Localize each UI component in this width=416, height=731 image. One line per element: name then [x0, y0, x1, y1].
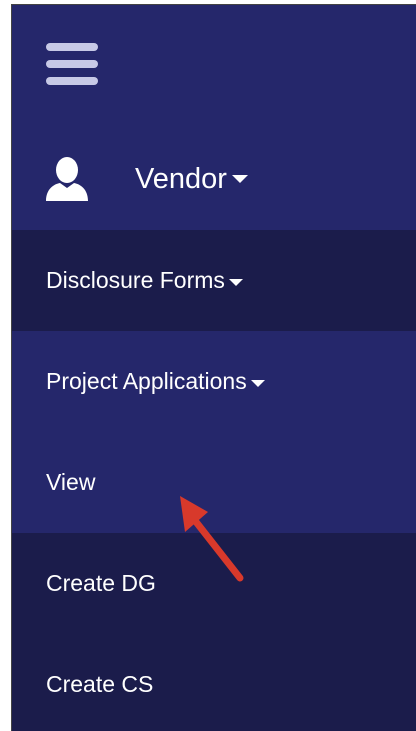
caret-down-icon [228, 278, 243, 286]
nav-item-label: Create DG [46, 570, 156, 596]
hamburger-bar [46, 43, 98, 51]
hamburger-menu-icon[interactable] [46, 43, 98, 85]
nav-item-create-cs[interactable]: Create CS [12, 634, 416, 731]
nav-item-label: Project Applications [46, 368, 247, 394]
nav-item-project-applications[interactable]: Project Applications [12, 331, 416, 432]
user-silhouette-icon [46, 157, 88, 201]
menu-header: Vendor [12, 5, 416, 230]
side-navigation-menu: Vendor Disclosure Forms Project Applicat… [11, 4, 416, 731]
vendor-dropdown-toggle[interactable]: Vendor [135, 159, 248, 199]
nav-item-label: View [46, 469, 96, 495]
hamburger-bar [46, 60, 98, 68]
nav-item-disclosure-forms[interactable]: Disclosure Forms [12, 230, 416, 331]
caret-down-icon [250, 379, 265, 387]
vendor-label: Vendor [135, 162, 227, 195]
caret-down-icon [231, 175, 248, 183]
nav-item-create-dg[interactable]: Create DG [12, 533, 416, 634]
hamburger-bar [46, 77, 98, 85]
user-menu: Vendor [12, 145, 416, 211]
nav-item-label: Create CS [46, 671, 154, 697]
nav-item-label: Disclosure Forms [46, 267, 225, 293]
nav-item-view[interactable]: View [12, 432, 416, 533]
